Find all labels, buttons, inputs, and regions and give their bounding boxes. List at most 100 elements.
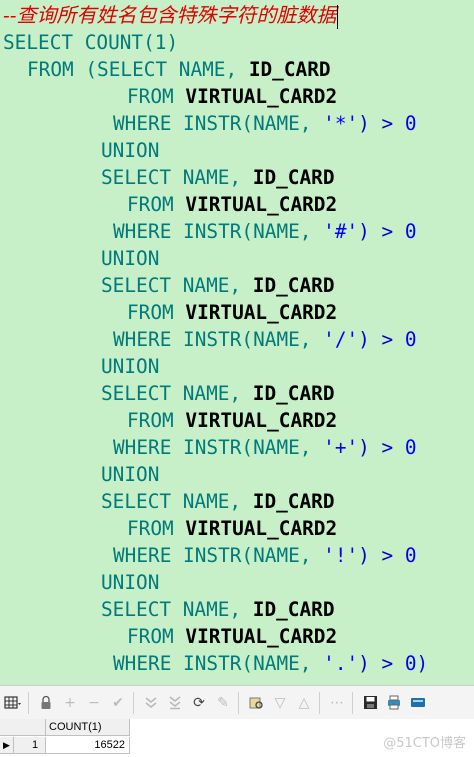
sql-line-9: UNION [101, 245, 159, 272]
grid-header: COUNT(1) [0, 719, 140, 736]
watermark: @51CTO博客 [383, 736, 466, 751]
keyword: WHERE [113, 112, 172, 135]
sql-line-19: FROM VIRTUAL_CARD2 [127, 515, 337, 542]
sql-line-23: FROM VIRTUAL_CARD2 [127, 623, 337, 650]
sql-line-22: SELECT NAME, ID_CARD [101, 596, 335, 623]
keyword: SELECT [101, 274, 172, 297]
sql-line-3: FROM VIRTUAL_CARD2 [127, 83, 337, 110]
export-icon[interactable] [407, 692, 429, 714]
number-literal: 0 [404, 328, 417, 351]
sql-line-12: WHERE INSTR(NAME, '/') > 0 [113, 326, 417, 353]
sql-text: NAME, [171, 598, 253, 621]
sql-line-5: UNION [101, 137, 159, 164]
keyword: WHERE [113, 436, 172, 459]
sql-comment: --查询所有姓名包含特殊字符的脏数据 [3, 3, 337, 27]
row-number: 1 [14, 737, 46, 754]
identifier: VIRTUAL_CARD2 [185, 85, 338, 108]
identifier: ID_CARD [252, 598, 335, 621]
sql-text: INSTR(NAME, [171, 652, 324, 675]
keyword: FROM [127, 301, 174, 324]
sql-line-21: UNION [101, 569, 159, 596]
identifier: ID_CARD [252, 382, 335, 405]
sql-text: (SELECT NAME, [73, 58, 249, 81]
keyword: UNION [101, 355, 160, 378]
grid-menu-icon[interactable] [2, 692, 24, 714]
current-row-indicator-icon: ▶ [0, 737, 14, 754]
count-value-cell[interactable]: 16522 [46, 737, 130, 754]
sql-text: NAME, [171, 490, 253, 513]
column-header-count[interactable]: COUNT(1) [46, 719, 130, 736]
sql-line-8: WHERE INSTR(NAME, '#') > 0 [113, 218, 417, 245]
number-literal: 0 [404, 544, 417, 567]
identifier: ID_CARD [252, 274, 335, 297]
string-literal: '/' [323, 328, 359, 351]
sql-line-1: SELECT COUNT(1) [3, 29, 178, 56]
sql-line-10: SELECT NAME, ID_CARD [101, 272, 335, 299]
sql-text: INSTR(NAME, [171, 328, 324, 351]
sql-line-24: WHERE INSTR(NAME, '.') > 0) [113, 650, 428, 677]
keyword: UNION [101, 247, 160, 270]
keyword: WHERE [113, 220, 172, 243]
string-literal: '*' [323, 112, 359, 135]
toolbar-divider [238, 691, 239, 714]
keyword: FROM [127, 85, 174, 108]
keyword: WHERE [113, 544, 172, 567]
sql-text: ) > [358, 436, 405, 459]
identifier: ID_CARD [252, 166, 335, 189]
post-changes-icon[interactable]: ✔ [107, 692, 129, 714]
identifier: ID_CARD [252, 490, 335, 513]
keyword: UNION [101, 571, 160, 594]
sql-text: INSTR(NAME, [171, 220, 324, 243]
sql-text: INSTR(NAME, [171, 112, 324, 135]
save-icon[interactable] [359, 692, 381, 714]
sql-text: ) > [358, 112, 405, 135]
identifier: VIRTUAL_CARD2 [185, 517, 338, 540]
sql-line-7: FROM VIRTUAL_CARD2 [127, 191, 337, 218]
string-literal: '!' [323, 544, 359, 567]
sql-line-6: SELECT NAME, ID_CARD [101, 164, 335, 191]
sort-up-icon[interactable]: △ [293, 692, 315, 714]
sql-line-16: WHERE INSTR(NAME, '+') > 0 [113, 434, 417, 461]
fetch-next-icon[interactable] [140, 692, 162, 714]
number-literal: 0) [404, 652, 429, 675]
sql-text: ) > [358, 652, 405, 675]
identifier: VIRTUAL_CARD2 [185, 193, 338, 216]
sql-text: ) > [358, 328, 405, 351]
string-literal: '.' [323, 652, 359, 675]
keyword: WHERE [113, 652, 172, 675]
sql-text: NAME, [171, 274, 253, 297]
print-icon[interactable] [383, 692, 405, 714]
fetch-last-icon[interactable] [164, 692, 186, 714]
keyword: SELECT [3, 31, 74, 54]
query-by-example-icon[interactable] [245, 692, 267, 714]
text-caret [336, 4, 338, 29]
results-grid[interactable]: COUNT(1) ▶ 1 16522 @51CTO博客 [0, 719, 474, 757]
sql-text: COUNT(1) [73, 31, 179, 54]
link-icon[interactable]: ⋯ [326, 692, 348, 714]
sql-editor[interactable]: --查询所有姓名包含特殊字符的脏数据 SELECT COUNT(1) FROM … [0, 0, 474, 685]
sort-down-icon[interactable]: ▽ [269, 692, 291, 714]
identifier: VIRTUAL_CARD2 [185, 301, 338, 324]
keyword: WHERE [113, 328, 172, 351]
number-literal: 0 [404, 220, 417, 243]
keyword: FROM [127, 517, 174, 540]
keyword: SELECT [101, 382, 172, 405]
keyword: UNION [101, 463, 160, 486]
add-row-icon[interactable]: + [59, 692, 81, 714]
clear-icon[interactable]: ✎ [212, 692, 234, 714]
toolbar-divider [133, 691, 134, 714]
refresh-icon[interactable]: ⟳ [188, 692, 210, 714]
sql-text: INSTR(NAME, [171, 544, 324, 567]
lock-icon[interactable] [35, 692, 57, 714]
results-toolbar: + − ✔ ⟳ ✎ ▽ △ ⋯ [0, 685, 474, 720]
sql-line-13: UNION [101, 353, 159, 380]
sql-text: INSTR(NAME, [171, 436, 324, 459]
sql-line-17: UNION [101, 461, 159, 488]
sql-comment-line: --查询所有姓名包含特殊字符的脏数据 [3, 2, 338, 29]
sql-line-20: WHERE INSTR(NAME, '!') > 0 [113, 542, 417, 569]
identifier: VIRTUAL_CARD2 [185, 409, 338, 432]
sql-line-18: SELECT NAME, ID_CARD [101, 488, 335, 515]
table-row[interactable]: ▶ 1 16522 [0, 737, 140, 754]
delete-row-icon[interactable]: − [83, 692, 105, 714]
toolbar-divider [319, 691, 320, 714]
